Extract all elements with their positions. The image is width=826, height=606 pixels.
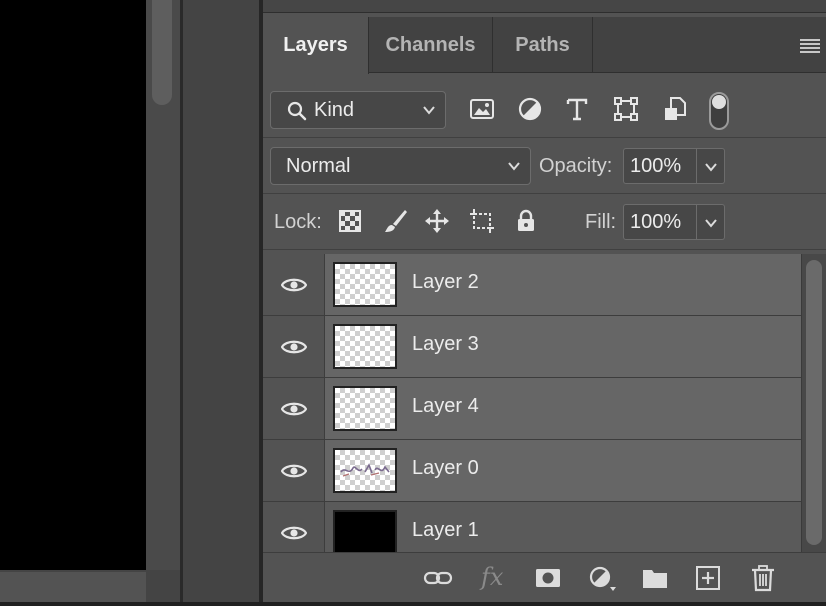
opacity-input[interactable]: 100% [623,148,697,184]
layer-name[interactable]: Layer 4 [412,395,479,418]
visibility-cell [263,378,325,439]
layer-thumbnail[interactable] [333,510,397,552]
layer-thumbnail[interactable] [333,386,397,431]
visibility-cell [263,316,325,377]
eye-icon[interactable] [281,522,307,544]
window-bottom-edge [0,602,826,606]
layers-list: Layer 2 Layer 3 Layer 4 Layer 0 Layer 1 [263,254,826,552]
new-layer-icon[interactable] [693,564,723,592]
row-divider [263,193,826,194]
filter-kind-dropdown[interactable]: Kind [270,91,446,129]
opacity-dropdown-button[interactable] [697,148,725,184]
tab-layers[interactable]: Layers [263,17,369,74]
layer-row[interactable]: Layer 2 [263,254,801,316]
layer-main[interactable]: Layer 0 [325,440,801,501]
layers-panel: Layers Channels Paths Kind Normal Opacit… [263,0,826,602]
new-group-folder-icon[interactable] [640,564,670,592]
layer-row[interactable]: Layer 3 [263,316,801,378]
layers-scrollbar-track [801,254,826,552]
smart-object-filter-icon[interactable] [661,95,689,123]
fill-label: Fill: [585,211,617,233]
eye-icon[interactable] [281,274,307,296]
panel-header-strip [263,0,826,13]
blend-mode-dropdown[interactable]: Normal [270,147,531,185]
chevron-down-icon [705,219,717,228]
adjustment-filter-icon[interactable] [516,95,544,123]
layer-row[interactable]: Layer 4 [263,378,801,440]
layers-bottom-toolbar: fx [263,552,826,602]
lock-position-move-icon[interactable] [423,207,451,235]
delete-layer-trash-icon[interactable] [748,564,778,592]
layer-row[interactable]: Layer 1 [263,502,801,552]
fill-dropdown-button[interactable] [697,204,725,240]
layer-main[interactable]: Layer 4 [325,378,801,439]
lock-label: Lock: [274,211,322,233]
eye-icon[interactable] [281,460,307,482]
row-divider [263,137,826,138]
new-adjustment-layer-icon[interactable] [586,564,616,592]
search-icon [287,101,307,121]
layer-row[interactable]: Layer 0 [263,440,801,502]
eye-icon[interactable] [281,398,307,420]
tab-channels[interactable]: Channels [369,17,493,73]
fill-input[interactable]: 100% [623,204,697,240]
layer-name[interactable]: Layer 0 [412,457,479,480]
canvas-horizontal-scrollbar[interactable] [0,572,146,602]
layers-scrollbar[interactable] [806,260,822,545]
eye-icon[interactable] [281,336,307,358]
layer-thumbnail[interactable] [333,448,397,493]
layer-style-fx-icon[interactable]: fx [481,563,503,591]
layer-name[interactable]: Layer 2 [412,271,479,294]
lock-image-pixels-brush-icon[interactable] [381,207,409,235]
chevron-down-icon [508,162,520,171]
canvas-vertical-scrollbar[interactable] [152,0,172,105]
chevron-down-icon [705,163,717,172]
chevron-down-icon [423,106,435,115]
shape-filter-icon[interactable] [612,95,640,123]
layer-content-preview [340,463,390,477]
layer-name[interactable]: Layer 3 [412,333,479,356]
lock-all-icon[interactable] [512,207,540,235]
filter-kind-label: Kind [314,99,355,121]
panel-tab-bar: Layers Channels Paths [263,17,826,74]
opacity-label: Opacity: [539,155,613,177]
layer-name[interactable]: Layer 1 [412,519,479,542]
layer-main[interactable]: Layer 2 [325,254,801,315]
visibility-cell [263,440,325,501]
layer-main[interactable]: Layer 1 [325,502,801,552]
lock-artboard-icon[interactable] [468,207,496,235]
lock-transparent-pixels-icon[interactable] [336,207,364,235]
panel-menu-icon[interactable] [800,39,820,53]
layer-thumbnail[interactable] [333,324,397,369]
image-filter-icon[interactable] [468,95,496,123]
visibility-cell [263,254,325,315]
link-layers-icon[interactable] [423,564,453,592]
row-divider [263,249,826,250]
document-canvas[interactable] [0,0,146,570]
blend-mode-value: Normal [286,155,351,177]
collapsed-dock-area [183,0,259,606]
filter-toggle-switch[interactable] [709,92,729,130]
tab-paths[interactable]: Paths [493,17,593,73]
add-mask-icon[interactable] [533,564,563,592]
visibility-cell [263,502,325,552]
layer-thumbnail[interactable] [333,262,397,307]
type-filter-icon[interactable] [563,95,591,123]
layer-main[interactable]: Layer 3 [325,316,801,377]
